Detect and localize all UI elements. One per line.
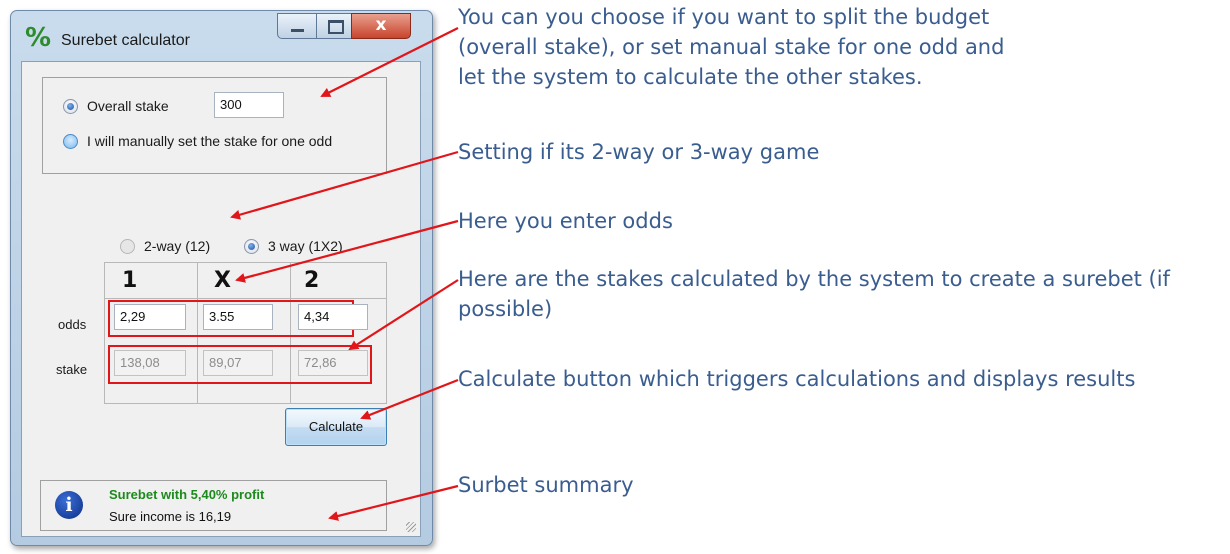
- manual-stake-option[interactable]: I will manually set the stake for one od…: [63, 133, 332, 149]
- annotation-summary: Surbet summary: [458, 473, 634, 497]
- odds-input-x[interactable]: 3.55: [203, 304, 273, 330]
- annotation-calculate: Calculate button which triggers calculat…: [458, 367, 1136, 391]
- column-header-x: X: [214, 268, 231, 293]
- column-header-2: 2: [304, 268, 320, 293]
- manual-stake-label: I will manually set the stake for one od…: [87, 133, 333, 149]
- overall-stake-label: Overall stake: [87, 98, 169, 114]
- manual-stake-radio[interactable]: [63, 133, 78, 149]
- overall-stake-option[interactable]: Overall stake: [63, 98, 169, 114]
- surebet-profit-text: Surebet with 5,40% profit: [109, 487, 265, 502]
- summary-group: i Surebet with 5,40% profit Sure income …: [40, 480, 387, 531]
- table-bottom-line: [104, 403, 386, 404]
- stake-output-x: 89,07: [203, 350, 273, 376]
- two-way-radio[interactable]: [120, 238, 135, 254]
- odds-row-label: odds: [58, 317, 87, 332]
- maximize-icon[interactable]: [316, 13, 352, 39]
- annotation-odds: Here you enter odds: [458, 209, 673, 233]
- title-bar[interactable]: % Surebet calculator x: [11, 11, 432, 61]
- resize-grip[interactable]: [406, 522, 416, 532]
- overall-stake-radio[interactable]: [63, 98, 78, 114]
- stake-row-label: stake: [56, 362, 88, 377]
- table-right-line: [386, 262, 387, 404]
- annotation-stake-mode: You can you choose if you want to split …: [458, 5, 1005, 89]
- table-left-line: [104, 262, 105, 404]
- sure-income-text: Sure income is 16,19: [109, 509, 232, 524]
- three-way-option[interactable]: 3 way (1X2): [244, 238, 343, 254]
- table-header-line: [104, 298, 386, 299]
- info-icon: i: [55, 491, 83, 519]
- annotation-stakes: Here are the stakes calculated by the sy…: [458, 267, 1170, 321]
- two-way-label: 2-way (12): [144, 238, 211, 254]
- calculate-button[interactable]: Calculate: [285, 408, 387, 446]
- column-header-1: 1: [122, 268, 138, 293]
- calculator-window: % Surebet calculator x Overall stake 300…: [10, 10, 433, 546]
- close-icon[interactable]: x: [351, 13, 411, 39]
- minimize-icon[interactable]: [277, 13, 317, 39]
- three-way-radio[interactable]: [244, 238, 259, 254]
- odds-input-1[interactable]: 2,29: [114, 304, 186, 330]
- two-way-option[interactable]: 2-way (12): [120, 238, 210, 254]
- window-title: Surebet calculator: [61, 32, 190, 49]
- overall-stake-input[interactable]: 300: [214, 92, 284, 118]
- stake-output-2: 72,86: [298, 350, 368, 376]
- window-client-area: Overall stake 300 I will manually set th…: [21, 61, 421, 537]
- percent-icon: %: [25, 23, 52, 53]
- stake-output-1: 138,08: [114, 350, 186, 376]
- table-top-line: [104, 262, 386, 263]
- odds-input-2[interactable]: 4,34: [298, 304, 368, 330]
- three-way-label: 3 way (1X2): [268, 238, 343, 254]
- annotation-game-type: Setting if its 2-way or 3-way game: [458, 140, 820, 164]
- stake-mode-group: Overall stake 300 I will manually set th…: [42, 77, 387, 174]
